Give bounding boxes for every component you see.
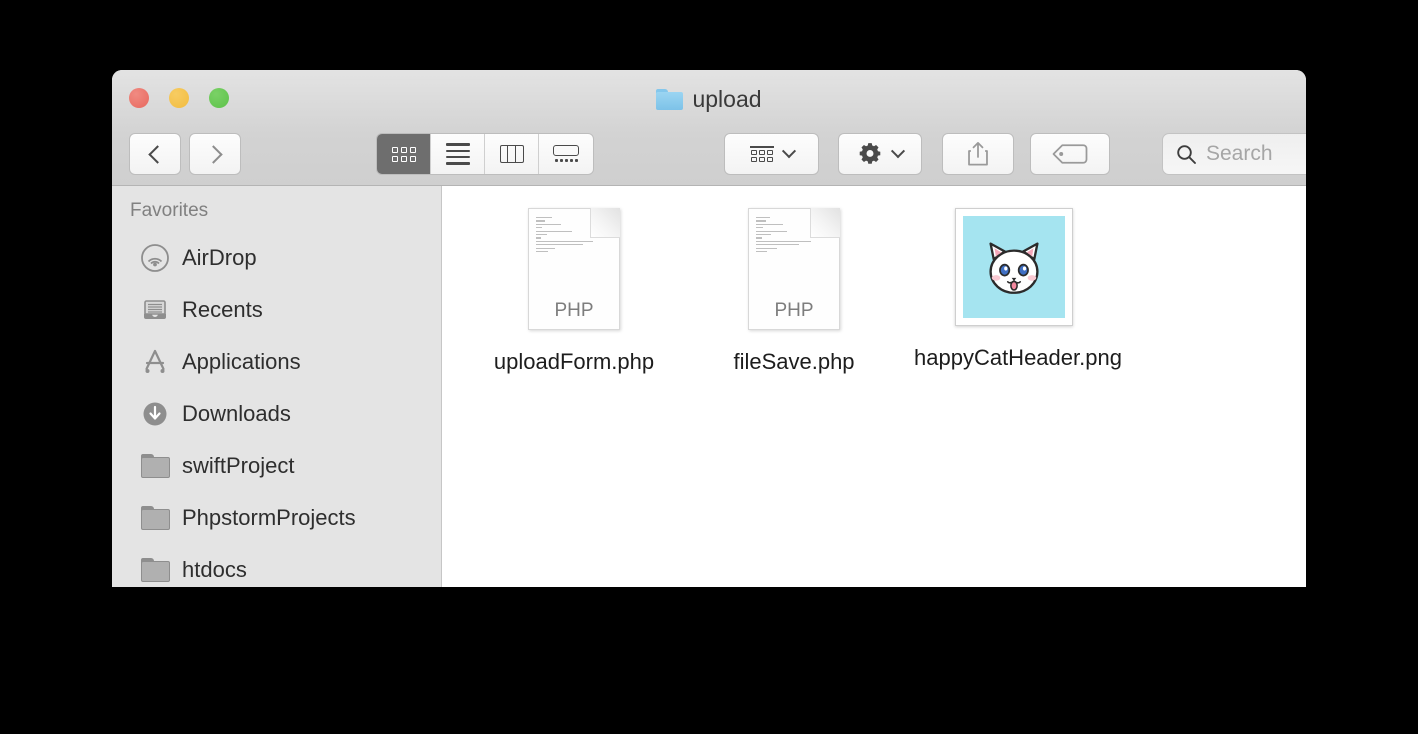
column-view-button[interactable] (485, 134, 539, 174)
tag-button[interactable] (1030, 133, 1110, 175)
gear-icon (859, 143, 881, 164)
php-document-icon: PHP (748, 208, 840, 330)
recents-icon (140, 295, 170, 325)
file-name: fileSave.php (733, 349, 855, 374)
chevron-right-icon (203, 144, 223, 164)
sidebar: Favorites AirDrop Recents Applications D… (112, 186, 442, 587)
sidebar-section-favorites: Favorites (130, 200, 209, 221)
sidebar-item-label: swiftProject (182, 453, 295, 478)
file-item[interactable]: PHP fileSave.php (684, 208, 904, 378)
titlebar: upload Search (112, 70, 1306, 186)
grid-icon (391, 146, 416, 162)
sidebar-item-label: Recents (182, 297, 263, 322)
arrange-grid-icon (749, 146, 774, 162)
search-input[interactable]: Search (1206, 142, 1273, 166)
php-document-icon: PHP (528, 208, 620, 330)
sidebar-item-label: Downloads (182, 401, 291, 426)
file-name: uploadForm.php (493, 349, 655, 374)
file-name: happyCatHeader.png (914, 345, 1122, 370)
sidebar-item-label: PhpstormProjects (182, 505, 356, 530)
sidebar-item-phpstormprojects[interactable]: PhpstormProjects (112, 492, 441, 544)
file-item[interactable]: happyCatHeader.png (904, 208, 1124, 378)
list-view-button[interactable] (431, 134, 485, 174)
sidebar-item-downloads[interactable]: Downloads (112, 388, 441, 440)
file-grid: PHP uploadForm.php PHP fileSave.php happ… (464, 208, 1306, 378)
search-field[interactable]: Search (1162, 133, 1306, 175)
window-title: upload (112, 86, 1306, 113)
action-menu-button[interactable] (838, 133, 922, 175)
sidebar-item-htdocs[interactable]: htdocs (112, 544, 441, 587)
share-button[interactable] (942, 133, 1014, 175)
chevron-down-icon (890, 144, 906, 159)
finder-window: upload Search Favorites AirDrop Recents … (112, 70, 1306, 587)
sidebar-item-label: htdocs (182, 557, 247, 582)
view-mode-group (376, 133, 594, 175)
icon-view-button[interactable] (377, 134, 431, 174)
forward-button[interactable] (189, 133, 241, 175)
file-extension-label: PHP (774, 300, 814, 321)
arrange-by-button[interactable] (724, 133, 819, 175)
folder-icon (140, 451, 170, 481)
gallery-icon (553, 145, 579, 163)
file-area[interactable]: PHP uploadForm.php PHP fileSave.php happ… (442, 186, 1306, 587)
file-extension-label: PHP (554, 300, 594, 321)
search-icon (1177, 145, 1196, 164)
applications-icon (140, 347, 170, 377)
file-item[interactable]: PHP uploadForm.php (464, 208, 684, 378)
back-button[interactable] (129, 133, 181, 175)
columns-icon (499, 145, 524, 163)
sidebar-item-applications[interactable]: Applications (112, 336, 441, 388)
window-body: Favorites AirDrop Recents Applications D… (112, 186, 1306, 587)
sidebar-item-recents[interactable]: Recents (112, 284, 441, 336)
folder-icon (656, 89, 684, 110)
list-icon (445, 143, 470, 165)
gallery-view-button[interactable] (539, 134, 593, 174)
image-thumbnail-icon (955, 208, 1073, 326)
sidebar-item-airdrop[interactable]: AirDrop (112, 232, 441, 284)
share-icon (968, 142, 988, 166)
folder-icon (140, 555, 170, 585)
downloads-icon (140, 399, 170, 429)
sidebar-item-label: AirDrop (182, 245, 257, 270)
tag-icon (1052, 144, 1088, 164)
chevron-left-icon (147, 144, 167, 164)
chevron-down-icon (781, 144, 796, 159)
toolbar: Search (112, 122, 1306, 186)
folder-icon (140, 503, 170, 533)
page-title: upload (692, 86, 762, 112)
cat-face-illustration (989, 242, 1039, 294)
sidebar-item-label: Applications (182, 349, 301, 374)
sidebar-item-swiftproject[interactable]: swiftProject (112, 440, 441, 492)
navigation-group (129, 133, 241, 175)
airdrop-icon (140, 243, 170, 273)
